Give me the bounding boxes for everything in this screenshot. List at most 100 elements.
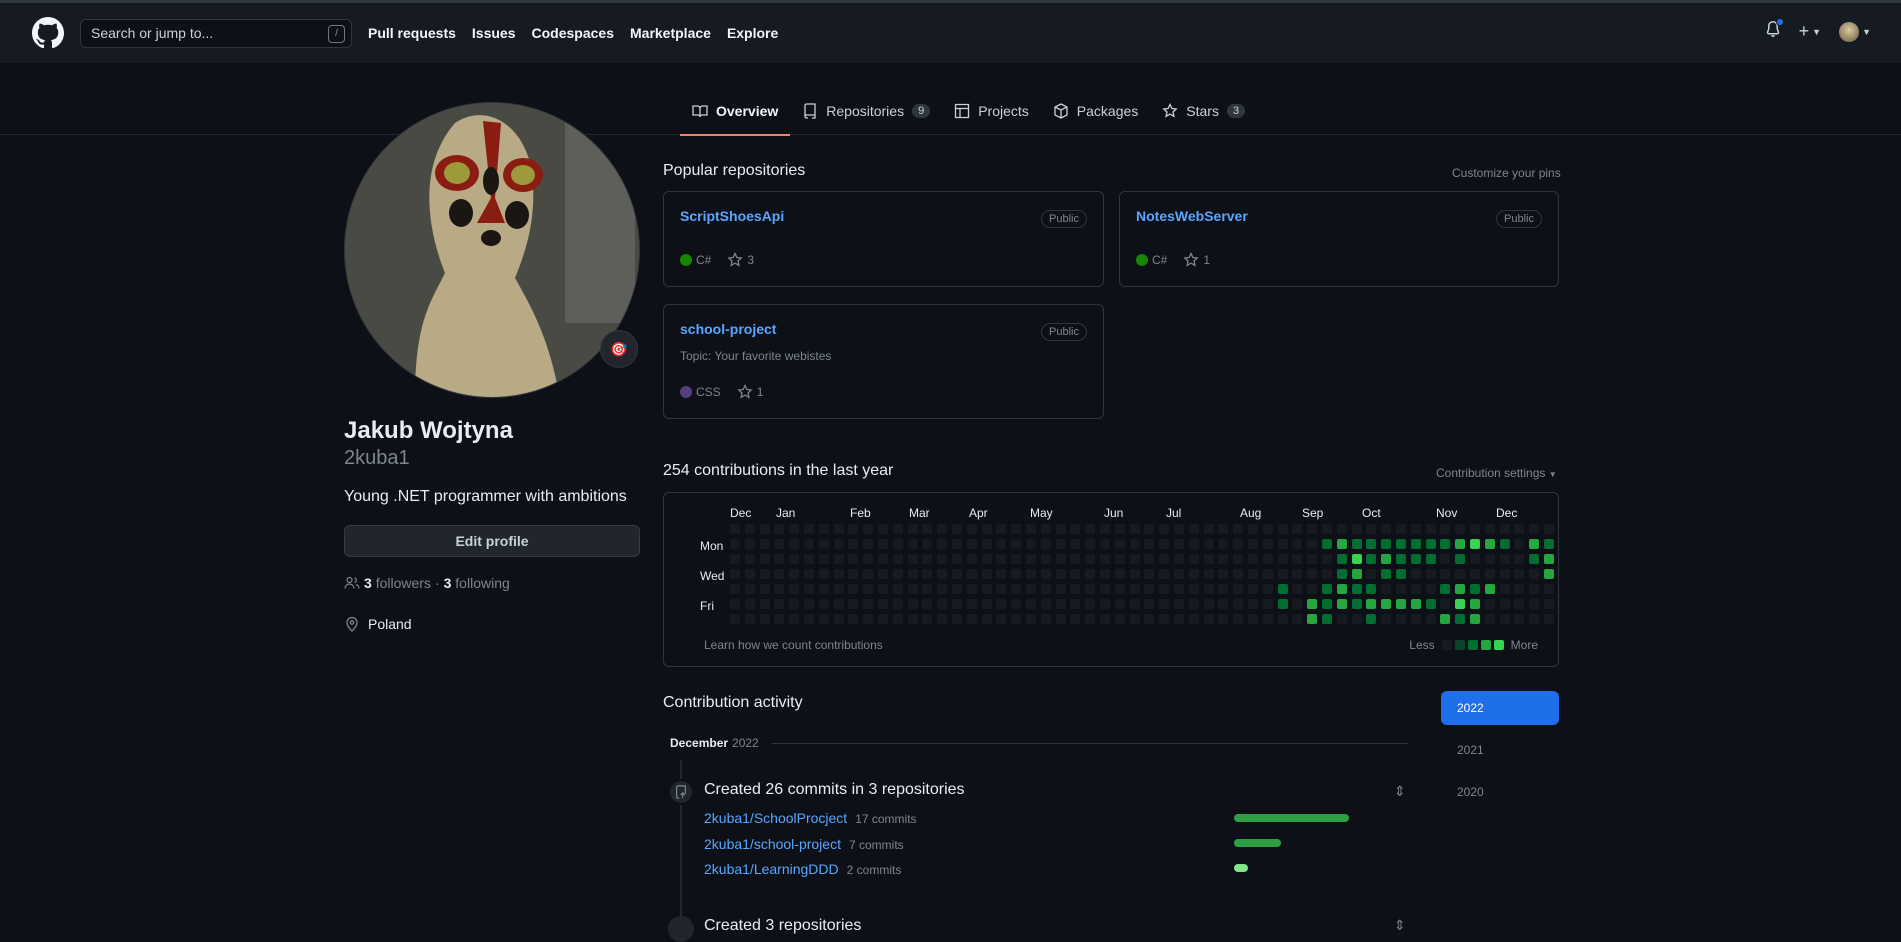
- contribution-day-cell[interactable]: [1040, 524, 1051, 534]
- contribution-day-cell[interactable]: [1144, 584, 1155, 594]
- contribution-day-cell[interactable]: [996, 599, 1007, 609]
- contribution-day-cell[interactable]: [804, 554, 814, 564]
- contribution-day-cell[interactable]: [1040, 539, 1051, 549]
- contribution-day-cell[interactable]: [1292, 554, 1303, 564]
- contribution-day-cell[interactable]: [1262, 569, 1273, 579]
- contribution-day-cell[interactable]: [1529, 524, 1540, 534]
- contribution-day-cell[interactable]: [1218, 539, 1229, 549]
- contribution-day-cell[interactable]: [789, 569, 800, 579]
- contribution-day-cell[interactable]: [1248, 539, 1258, 549]
- contribution-day-cell[interactable]: [789, 539, 800, 549]
- contribution-day-cell[interactable]: [1055, 614, 1066, 624]
- contribution-day-cell[interactable]: [1425, 524, 1436, 534]
- contribution-day-cell[interactable]: [1455, 584, 1466, 594]
- contribution-day-cell[interactable]: [1425, 599, 1436, 609]
- contribution-day-cell[interactable]: [1188, 584, 1199, 594]
- contribution-day-cell[interactable]: [818, 569, 829, 579]
- contribution-day-cell[interactable]: [759, 554, 770, 564]
- contribution-day-cell[interactable]: [1159, 614, 1170, 624]
- contribution-day-cell[interactable]: [1055, 584, 1066, 594]
- contribution-day-cell[interactable]: [1011, 584, 1022, 594]
- contribution-day-cell[interactable]: [744, 614, 755, 624]
- contribution-day-cell[interactable]: [848, 539, 859, 549]
- contribution-day-cell[interactable]: [1366, 524, 1377, 534]
- contribution-day-cell[interactable]: [966, 584, 977, 594]
- contribution-day-cell[interactable]: [1336, 539, 1347, 549]
- contribution-day-cell[interactable]: [1188, 524, 1199, 534]
- contribution-day-cell[interactable]: [1248, 554, 1258, 564]
- contribution-day-cell[interactable]: [1470, 584, 1480, 594]
- contribution-day-cell[interactable]: [759, 524, 770, 534]
- contribution-day-cell[interactable]: [1026, 614, 1036, 624]
- contribution-day-cell[interactable]: [1203, 524, 1214, 534]
- contribution-day-cell[interactable]: [1174, 584, 1184, 594]
- contribution-day-cell[interactable]: [1055, 539, 1066, 549]
- contribution-day-cell[interactable]: [1203, 569, 1214, 579]
- contribution-day-cell[interactable]: [774, 584, 785, 594]
- contribution-day-cell[interactable]: [1440, 539, 1451, 549]
- contribution-day-cell[interactable]: [1040, 584, 1051, 594]
- contribution-day-cell[interactable]: [789, 524, 800, 534]
- contribution-day-cell[interactable]: [1233, 614, 1244, 624]
- contribution-day-cell[interactable]: [952, 524, 962, 534]
- contribution-day-cell[interactable]: [744, 554, 755, 564]
- contribution-day-cell[interactable]: [789, 614, 800, 624]
- commit-count-link[interactable]: 7 commits: [849, 838, 904, 852]
- repo-stars-link[interactable]: 3: [727, 252, 754, 268]
- contribution-day-cell[interactable]: [892, 614, 903, 624]
- contribution-day-cell[interactable]: [759, 584, 770, 594]
- contribution-day-cell[interactable]: [1544, 599, 1554, 609]
- contribution-day-cell[interactable]: [981, 554, 992, 564]
- contribution-day-cell[interactable]: [922, 569, 933, 579]
- repo-link[interactable]: ScriptShoesApi: [680, 208, 784, 224]
- contribution-day-cell[interactable]: [981, 614, 992, 624]
- create-new-button[interactable]: + ▼: [1799, 21, 1821, 42]
- contribution-day-cell[interactable]: [892, 554, 903, 564]
- contribution-day-cell[interactable]: [1396, 539, 1406, 549]
- contribution-day-cell[interactable]: [1144, 539, 1155, 549]
- contribution-day-cell[interactable]: [1129, 614, 1140, 624]
- contribution-day-cell[interactable]: [907, 569, 918, 579]
- contribution-day-cell[interactable]: [1159, 554, 1170, 564]
- contribution-day-cell[interactable]: [804, 584, 814, 594]
- contribution-day-cell[interactable]: [1544, 539, 1554, 549]
- contribution-day-cell[interactable]: [1144, 554, 1155, 564]
- contribution-day-cell[interactable]: [1203, 554, 1214, 564]
- contribution-day-cell[interactable]: [1262, 599, 1273, 609]
- contribution-day-cell[interactable]: [774, 599, 785, 609]
- contribution-day-cell[interactable]: [878, 584, 888, 594]
- contribution-day-cell[interactable]: [1381, 599, 1392, 609]
- contribution-day-cell[interactable]: [1277, 554, 1288, 564]
- year-link-2021[interactable]: 2021: [1441, 733, 1559, 767]
- contribution-day-cell[interactable]: [996, 569, 1007, 579]
- contribution-day-cell[interactable]: [922, 614, 933, 624]
- contribution-day-cell[interactable]: [996, 524, 1007, 534]
- contribution-day-cell[interactable]: [1484, 599, 1495, 609]
- contribution-day-cell[interactable]: [774, 569, 785, 579]
- contribution-day-cell[interactable]: [1159, 539, 1170, 549]
- contribution-day-cell[interactable]: [1529, 584, 1540, 594]
- contribution-day-cell[interactable]: [1188, 614, 1199, 624]
- contribution-day-cell[interactable]: [818, 524, 829, 534]
- profile-avatar[interactable]: [344, 102, 640, 398]
- contribution-day-cell[interactable]: [1470, 614, 1480, 624]
- contribution-day-cell[interactable]: [1129, 599, 1140, 609]
- contribution-day-cell[interactable]: [1440, 569, 1451, 579]
- contribution-day-cell[interactable]: [1055, 569, 1066, 579]
- contribution-day-cell[interactable]: [1011, 554, 1022, 564]
- contribution-day-cell[interactable]: [1396, 584, 1406, 594]
- contribution-day-cell[interactable]: [966, 614, 977, 624]
- contribution-day-cell[interactable]: [1499, 599, 1510, 609]
- contribution-day-cell[interactable]: [922, 524, 933, 534]
- contribution-day-cell[interactable]: [818, 554, 829, 564]
- contribution-day-cell[interactable]: [937, 539, 948, 549]
- contribution-day-cell[interactable]: [1514, 524, 1525, 534]
- contribution-day-cell[interactable]: [804, 569, 814, 579]
- contribution-day-cell[interactable]: [1307, 614, 1318, 624]
- tab-stars[interactable]: Stars 3: [1150, 87, 1257, 135]
- contribution-day-cell[interactable]: [1499, 614, 1510, 624]
- contribution-day-cell[interactable]: [863, 554, 874, 564]
- contribution-day-cell[interactable]: [1159, 524, 1170, 534]
- contribution-day-cell[interactable]: [1366, 554, 1377, 564]
- contribution-day-cell[interactable]: [1144, 524, 1155, 534]
